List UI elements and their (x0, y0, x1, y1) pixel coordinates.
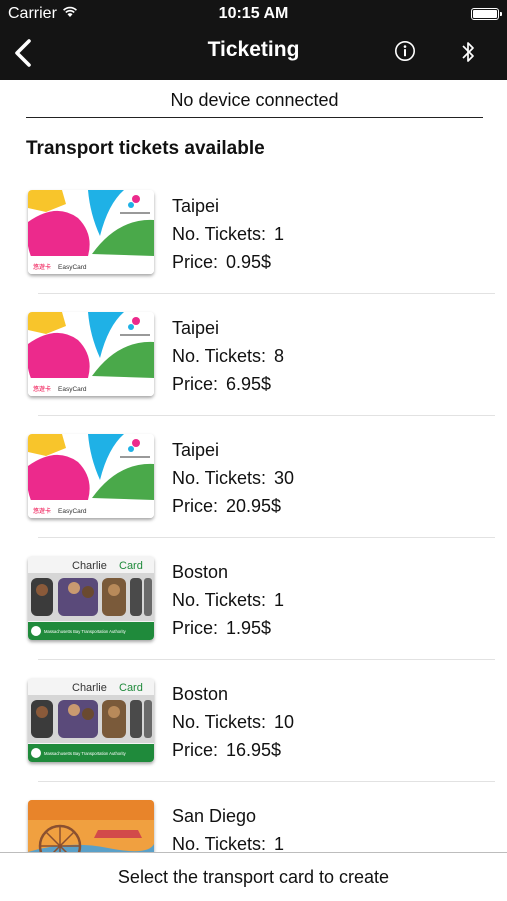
list-item[interactable]: Charlie Card Massachusetts Bay Transport… (0, 660, 507, 782)
easycard-image: 悠遊卡 EasyCard (28, 190, 154, 274)
ticket-count-label: No. Tickets: (172, 590, 267, 610)
charliecard-brand-a: Charlie (72, 682, 107, 694)
charliecard-image: Charlie Card Massachusetts Bay Transport… (28, 556, 154, 640)
ticket-count-label: No. Tickets: (172, 224, 267, 244)
divider (26, 117, 483, 118)
ticket-price: 0.95$ (226, 252, 272, 272)
easycard-sub: 悠遊卡 (33, 263, 51, 271)
ticket-count: 8 (274, 346, 285, 366)
ticket-price: 6.95$ (226, 374, 272, 394)
clock: 10:15 AM (218, 5, 289, 22)
status-bar: Carrier 10:15 AM (0, 0, 507, 28)
ticket-price-row: Price: 1.95$ (172, 614, 284, 642)
footer-prompt: Select the transport card to create (117, 867, 390, 887)
sandiego-card-image (28, 800, 154, 852)
app-header: Carrier 10:15 AM Ticketing (0, 0, 507, 80)
bluetooth-icon[interactable] (459, 39, 477, 65)
ticket-count-row: No. Tickets: 8 (172, 342, 284, 370)
ticket-price-label: Price: (172, 740, 219, 760)
list-item[interactable]: Charlie Card Massachusetts Bay Transport… (0, 538, 507, 660)
ticket-city: Taipei (172, 196, 220, 216)
ticket-city: Taipei (172, 440, 220, 460)
ticket-count-label: No. Tickets: (172, 834, 267, 852)
easycard-image: 悠遊卡 EasyCard (28, 434, 154, 518)
ticket-city: Boston (172, 684, 229, 704)
ticket-price: 1.95$ (226, 618, 272, 638)
easycard-sub: 悠遊卡 (33, 385, 51, 393)
battery-icon (471, 8, 502, 20)
charliecard-brand-a: Charlie (72, 560, 107, 572)
list-item[interactable]: San Diego No. Tickets: 1 (0, 782, 507, 852)
easycard-brand: EasyCard (58, 508, 87, 515)
easycard-brand: EasyCard (58, 386, 87, 393)
ticket-count-row: No. Tickets: 30 (172, 464, 294, 492)
footer-bar: Select the transport card to create (0, 852, 507, 901)
ticket-price-label: Price: (172, 496, 219, 516)
charliecard-authority: Massachusetts Bay Transportation Authori… (44, 629, 127, 634)
ticket-count-label: No. Tickets: (172, 712, 267, 732)
easycard-brand: EasyCard (58, 264, 87, 271)
ticket-count-row: No. Tickets: 1 (172, 220, 284, 248)
ticket-price-label: Price: (172, 618, 219, 638)
ticket-price-row: Price: 16.95$ (172, 736, 294, 764)
ticket-price-row: Price: 6.95$ (172, 370, 284, 398)
ticket-price: 16.95$ (226, 740, 282, 760)
ticket-price-label: Price: (172, 374, 219, 394)
info-icon[interactable] (394, 40, 416, 62)
charliecard-authority: Massachusetts Bay Transportation Authori… (44, 751, 127, 756)
section-title: Transport tickets available (26, 138, 265, 159)
charliecard-brand-b: Card (119, 682, 143, 694)
ticket-price-row: Price: 0.95$ (172, 248, 284, 276)
ticket-count: 30 (274, 468, 295, 488)
list-item[interactable]: 悠遊卡 EasyCard Taipei No. Tickets: 30 Price… (0, 416, 507, 538)
ticket-count-row: No. Tickets: 10 (172, 708, 294, 736)
charliecard-brand-b: Card (119, 560, 143, 572)
ticket-city: Taipei (172, 318, 220, 338)
ticket-count: 1 (274, 590, 285, 610)
ticket-count-row: No. Tickets: 1 (172, 586, 284, 614)
ticket-price-row: Price: 20.95$ (172, 492, 294, 520)
ticket-city: Boston (172, 562, 229, 582)
ticket-count-row: No. Tickets: 1 (172, 830, 284, 852)
ticket-price: 20.95$ (226, 496, 282, 516)
ticket-price-label: Price: (172, 252, 219, 272)
ticket-count-label: No. Tickets: (172, 468, 267, 488)
ticket-count: 1 (274, 834, 285, 852)
charliecard-image: Charlie Card Massachusetts Bay Transport… (28, 678, 154, 762)
ticket-count: 10 (274, 712, 295, 732)
ticket-count: 1 (274, 224, 285, 244)
list-item[interactable]: 悠遊卡 EasyCard Taipei No. Tickets: 8 Price:… (0, 294, 507, 416)
easycard-sub: 悠遊卡 (33, 507, 51, 515)
list-item[interactable]: 悠遊卡 EasyCard Taipei No. Tickets: 1 Price:… (0, 172, 507, 294)
page-title: Ticketing (207, 38, 300, 61)
easycard-image: 悠遊卡 EasyCard (28, 312, 154, 396)
ticket-city: San Diego (172, 806, 257, 826)
ticket-list[interactable]: 悠遊卡 EasyCard Taipei No. Tickets: 1 Price:… (0, 172, 507, 852)
ticket-count-label: No. Tickets: (172, 346, 267, 366)
device-status: No device connected (170, 90, 339, 110)
